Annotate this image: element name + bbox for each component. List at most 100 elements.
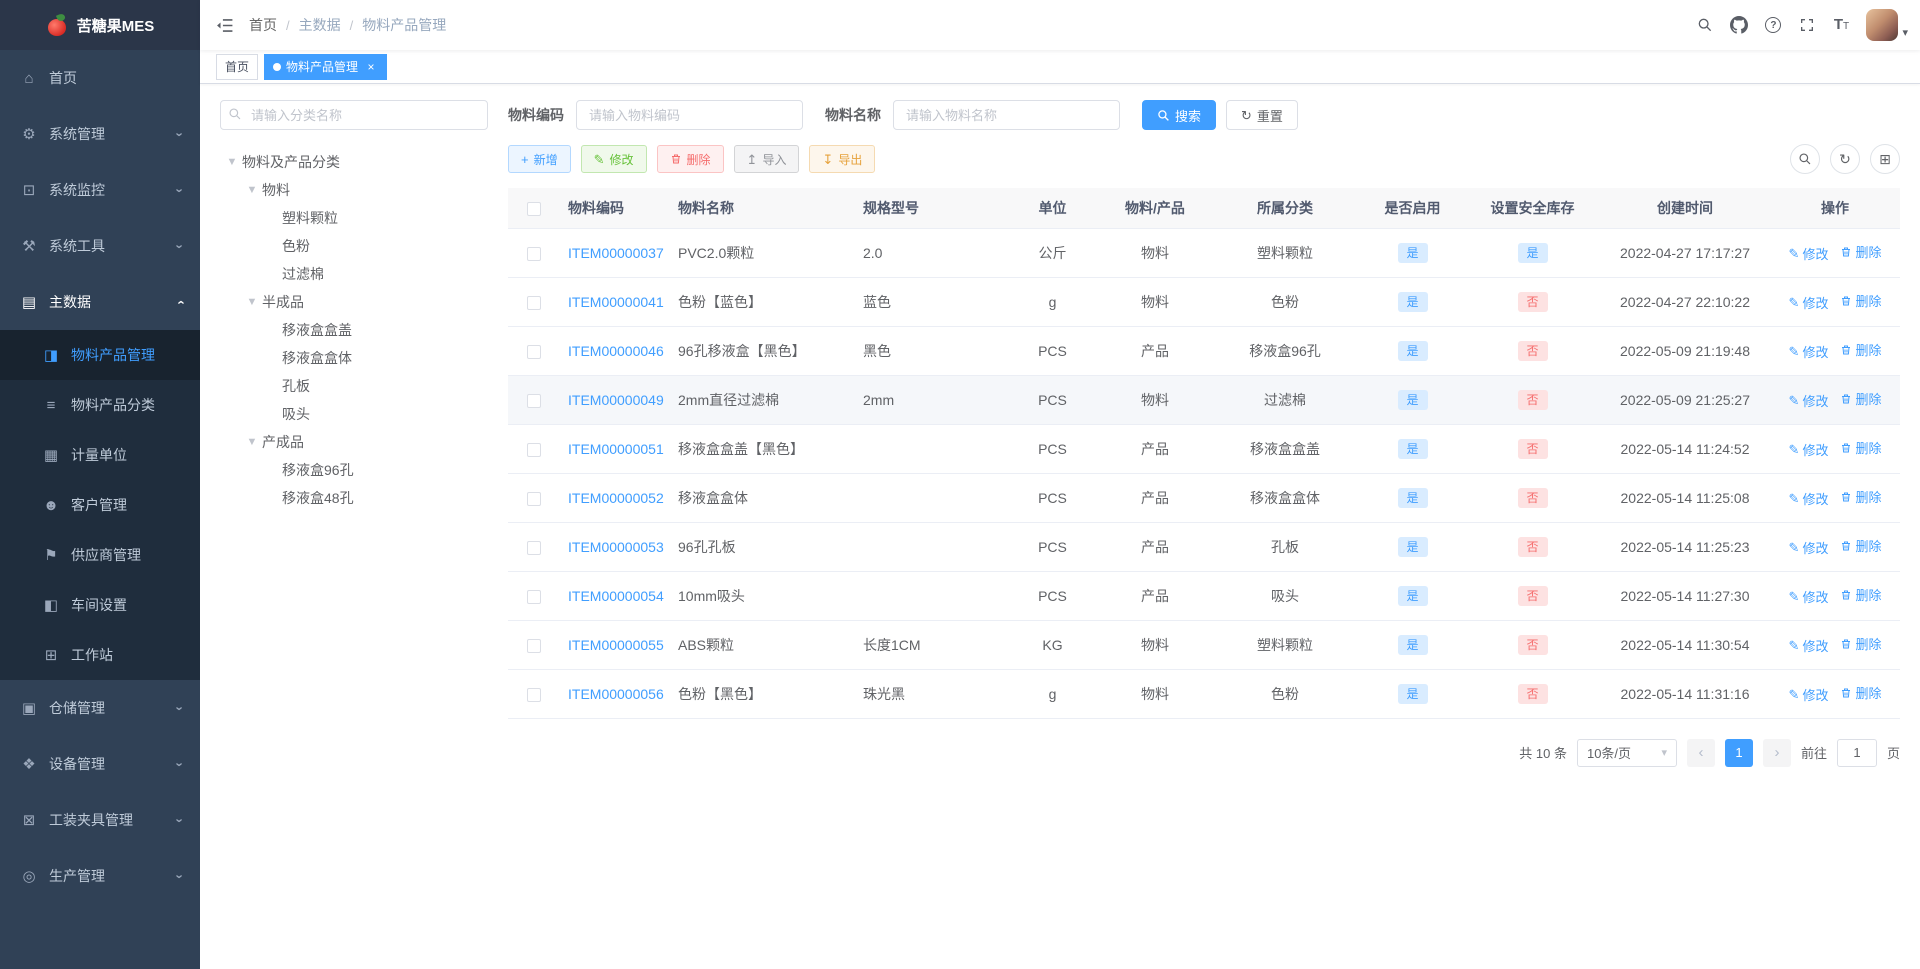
sidebar-item-5[interactable]: ▣ 仓储管理 › xyxy=(0,680,200,736)
material-code-link[interactable]: ITEM00000052 xyxy=(568,490,664,506)
refresh-button[interactable]: ↻ xyxy=(1830,144,1860,174)
tree-node[interactable]: 吸头 xyxy=(220,400,488,428)
delete-button[interactable]: 删除 xyxy=(656,145,724,173)
sidebar-subitem-3[interactable]: ☻ 客户管理 xyxy=(0,480,200,530)
material-code-link[interactable]: ITEM00000056 xyxy=(568,686,664,702)
sidebar-subitem-5[interactable]: ◧ 车间设置 xyxy=(0,580,200,630)
row-checkbox[interactable] xyxy=(527,540,541,555)
page-size-select[interactable]: 10条/页 ▾ xyxy=(1576,738,1677,767)
tree-node[interactable]: 移液盒48孔 xyxy=(220,484,488,512)
sidebar-toggle-button[interactable] xyxy=(200,0,249,50)
material-code-link[interactable]: ITEM00000037 xyxy=(568,245,664,261)
tree-node[interactable]: 过滤棉 xyxy=(220,260,488,288)
sidebar-item-2[interactable]: ⊡ 系统监控 › xyxy=(0,162,200,218)
fullscreen-icon[interactable] xyxy=(1790,0,1824,50)
caret-down-icon[interactable]: ▼ xyxy=(244,184,260,196)
row-edit-button[interactable]: ✎ 修改 xyxy=(1789,685,1829,704)
sidebar-item-1[interactable]: ⚙ 系统管理 › xyxy=(0,106,200,162)
breadcrumb-item-0[interactable]: 首页 xyxy=(249,15,277,35)
tree-node[interactable]: 孔板 xyxy=(220,372,488,400)
row-edit-button[interactable]: ✎ 修改 xyxy=(1789,636,1829,655)
material-code-link[interactable]: ITEM00000046 xyxy=(568,343,664,359)
sidebar-subitem-4[interactable]: ⚑ 供应商管理 xyxy=(0,530,200,580)
caret-down-icon[interactable]: ▾ xyxy=(1902,26,1908,39)
search-toggle-button[interactable] xyxy=(1790,144,1820,174)
row-checkbox[interactable] xyxy=(527,491,541,506)
tree-node[interactable]: ▼ 半成品 xyxy=(220,288,488,316)
help-icon[interactable]: ? xyxy=(1756,0,1790,50)
tree-node[interactable]: 移液盒96孔 xyxy=(220,456,488,484)
edit-button[interactable]: ✎ 修改 xyxy=(580,145,647,173)
columns-button[interactable]: ⊞ xyxy=(1870,144,1900,174)
sidebar-item-3[interactable]: ⚒ 系统工具 › xyxy=(0,218,200,274)
sidebar-item-0[interactable]: ⌂ 首页 xyxy=(0,50,200,106)
font-size-icon[interactable]: TT xyxy=(1824,0,1858,50)
tab-0[interactable]: 首页 xyxy=(216,53,259,80)
sidebar-subitem-1[interactable]: ≡ 物料产品分类 xyxy=(0,380,200,430)
row-delete-button[interactable]: 删除 xyxy=(1840,585,1881,604)
sidebar-subitem-2[interactable]: ▦ 计量单位 xyxy=(0,430,200,480)
tree-node[interactable]: 色粉 xyxy=(220,232,488,260)
row-edit-button[interactable]: ✎ 修改 xyxy=(1789,342,1829,361)
select-all-checkbox[interactable] xyxy=(527,201,541,216)
row-delete-button[interactable]: 删除 xyxy=(1840,389,1881,408)
sidebar-subitem-0[interactable]: ◨ 物料产品管理 xyxy=(0,330,200,380)
import-button[interactable]: ↥ 导入 xyxy=(733,145,800,173)
sidebar-subitem-6[interactable]: ⊞ 工作站 xyxy=(0,630,200,680)
reset-button[interactable]: ↻ 重置 xyxy=(1226,100,1298,130)
row-delete-button[interactable]: 删除 xyxy=(1840,487,1881,506)
row-checkbox[interactable] xyxy=(527,589,541,604)
row-delete-button[interactable]: 删除 xyxy=(1840,340,1881,359)
sidebar-item-7[interactable]: ⊠ 工装夹具管理 › xyxy=(0,792,200,848)
app-logo[interactable]: 苦糖果MES xyxy=(0,0,200,50)
material-name-input[interactable] xyxy=(893,100,1120,130)
tree-node[interactable]: 塑料颗粒 xyxy=(220,204,488,232)
sidebar-item-8[interactable]: ◎ 生产管理 › xyxy=(0,848,200,904)
avatar[interactable] xyxy=(1866,9,1899,41)
row-checkbox[interactable] xyxy=(527,638,541,653)
material-code-link[interactable]: ITEM00000051 xyxy=(568,441,664,457)
row-edit-button[interactable]: ✎ 修改 xyxy=(1789,244,1829,263)
row-edit-button[interactable]: ✎ 修改 xyxy=(1789,293,1829,312)
row-checkbox[interactable] xyxy=(527,344,541,359)
category-search-input[interactable] xyxy=(220,100,488,130)
row-edit-button[interactable]: ✎ 修改 xyxy=(1789,440,1829,459)
tab-1[interactable]: 物料产品管理 × xyxy=(264,53,388,80)
caret-down-icon[interactable]: ▼ xyxy=(244,436,260,448)
material-code-link[interactable]: ITEM00000055 xyxy=(568,637,664,653)
material-code-input[interactable] xyxy=(576,100,803,130)
row-delete-button[interactable]: 删除 xyxy=(1840,536,1881,555)
row-delete-button[interactable]: 删除 xyxy=(1840,291,1881,310)
tree-node[interactable]: ▼ 物料及产品分类 xyxy=(220,148,488,176)
goto-page-input[interactable] xyxy=(1836,738,1877,767)
row-checkbox[interactable] xyxy=(527,246,541,261)
tree-node[interactable]: 移液盒盒体 xyxy=(220,344,488,372)
row-edit-button[interactable]: ✎ 修改 xyxy=(1789,538,1829,557)
row-edit-button[interactable]: ✎ 修改 xyxy=(1789,391,1829,410)
material-code-link[interactable]: ITEM00000049 xyxy=(568,392,664,408)
row-delete-button[interactable]: 删除 xyxy=(1840,683,1881,702)
row-edit-button[interactable]: ✎ 修改 xyxy=(1789,587,1829,606)
row-checkbox[interactable] xyxy=(527,687,541,702)
row-checkbox[interactable] xyxy=(527,295,541,310)
caret-down-icon[interactable]: ▼ xyxy=(224,156,240,168)
export-button[interactable]: ↧ 导出 xyxy=(809,145,876,173)
next-page-button[interactable]: › xyxy=(1762,738,1791,767)
add-button[interactable]: + 新增 xyxy=(508,145,571,173)
caret-down-icon[interactable]: ▼ xyxy=(244,296,260,308)
page-number-1[interactable]: 1 xyxy=(1724,738,1753,767)
material-code-link[interactable]: ITEM00000054 xyxy=(568,588,664,604)
sidebar-item-6[interactable]: ❖ 设备管理 › xyxy=(0,736,200,792)
sidebar-item-4[interactable]: ▤ 主数据 › xyxy=(0,274,200,330)
search-icon[interactable] xyxy=(1688,0,1722,50)
row-checkbox[interactable] xyxy=(527,442,541,457)
material-code-link[interactable]: ITEM00000041 xyxy=(568,294,664,310)
row-delete-button[interactable]: 删除 xyxy=(1840,242,1881,261)
github-icon[interactable] xyxy=(1722,0,1756,50)
tree-node[interactable]: 移液盒盒盖 xyxy=(220,316,488,344)
close-icon[interactable]: × xyxy=(364,60,378,74)
tree-node[interactable]: ▼ 物料 xyxy=(220,176,488,204)
prev-page-button[interactable]: ‹ xyxy=(1686,738,1715,767)
row-edit-button[interactable]: ✎ 修改 xyxy=(1789,489,1829,508)
tree-node[interactable]: ▼ 产成品 xyxy=(220,428,488,456)
